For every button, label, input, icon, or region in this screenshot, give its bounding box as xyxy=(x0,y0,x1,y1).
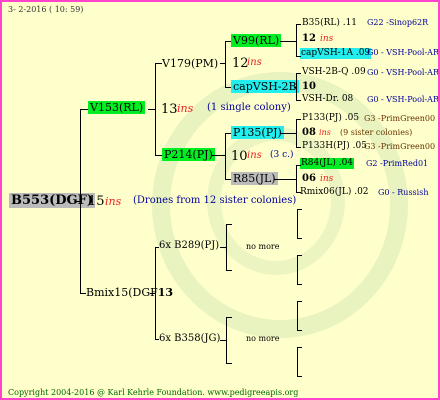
tree-connector xyxy=(296,119,301,120)
tree-connector xyxy=(297,238,302,239)
g4-r84[interactable]: R84(JL) .04 xyxy=(300,158,355,169)
p214-ins-number: 10 xyxy=(231,149,248,164)
queen-p135[interactable]: P135(PJ) xyxy=(231,126,284,139)
tree-connector xyxy=(148,109,156,110)
tree-connector xyxy=(274,179,297,180)
tree-connector xyxy=(220,340,227,341)
tree-connector xyxy=(297,301,298,331)
capvsh-2b-number: 10 xyxy=(302,81,316,92)
tree-connector xyxy=(296,147,301,148)
v179-ins-label: ins xyxy=(247,57,262,68)
tree-connector xyxy=(296,56,301,57)
g4-p133h[interactable]: P133H(PJ) .05 xyxy=(302,142,367,151)
r85-ins-label: ins xyxy=(320,174,334,184)
tree-connector xyxy=(212,155,226,156)
queen-capvsh-2b[interactable]: capVSH-2B xyxy=(231,80,299,93)
g4-vsh-2b-q[interactable]: VSH-2B-Q .09 xyxy=(302,68,366,77)
tree-connector xyxy=(296,100,301,101)
root-note: (Drones from 12 sister colonies) xyxy=(133,195,297,206)
tree-connector xyxy=(75,201,81,202)
tree-connector xyxy=(297,376,302,377)
tree-connector xyxy=(280,41,297,42)
g4-p133h-code: G3 -PrimGreen00 xyxy=(364,142,436,151)
tree-connector xyxy=(80,109,88,110)
p135-note: (9 sister colonies) xyxy=(340,128,413,137)
drone-b358[interactable]: 6x B358(JG) xyxy=(159,334,220,344)
root-queen[interactable]: B553(DGF) xyxy=(9,193,96,208)
tree-connector xyxy=(297,284,302,285)
queen-v153[interactable]: V153(RL) xyxy=(88,101,146,114)
tree-connector xyxy=(226,224,232,225)
tree-connector xyxy=(296,24,301,25)
root-ins-label: ins xyxy=(105,195,122,208)
tree-connector xyxy=(80,293,86,294)
queen-note: (1 single colony) xyxy=(207,102,291,113)
tree-connector xyxy=(155,247,159,248)
queen-v179[interactable]: V179(PM) xyxy=(162,58,218,69)
tree-connector xyxy=(220,63,226,64)
tree-connector xyxy=(296,165,301,166)
tree-connector xyxy=(225,133,226,180)
g4-b35-code: G22 -Sinop62R xyxy=(367,18,429,27)
tree-connector xyxy=(225,41,231,42)
g4-r84-code: G2 -PrimRed01 xyxy=(366,159,429,168)
drone-bmix15[interactable]: Bmix15(DGF13 xyxy=(86,287,173,298)
tree-connector xyxy=(226,317,232,318)
tree-connector xyxy=(297,209,298,239)
b289-note: no more xyxy=(246,242,280,251)
tree-connector xyxy=(226,270,232,271)
g4-capvsh-1a-code: G0 - VSH-Pool-AR xyxy=(367,48,439,57)
root-ins-number: 15 xyxy=(88,194,105,209)
tree-connector xyxy=(297,347,298,377)
date-stamp: 3- 2-2016 ( 10: 59) xyxy=(8,5,84,14)
g4-p133[interactable]: P133(PJ) .05 xyxy=(302,114,359,123)
queen-r85[interactable]: R85(JL) xyxy=(231,172,278,185)
tree-connector xyxy=(297,255,302,256)
tree-connector xyxy=(297,347,302,348)
p135-ins-label: ins xyxy=(319,128,331,137)
queen-ins-number: 13 xyxy=(161,102,178,117)
g4-rmix06-code: G0 - Russish xyxy=(378,188,429,197)
tree-connector xyxy=(297,301,302,302)
pedigree-chart: 3- 2-2016 ( 10: 59) B553(DGF) 15 ins (Dr… xyxy=(0,0,440,400)
r85-number: 06 xyxy=(302,173,316,184)
tree-connector xyxy=(225,133,231,134)
tree-connector xyxy=(155,155,162,156)
tree-connector xyxy=(280,133,297,134)
g4-vsh-dr-code: G0 - VSH-Pool-AR xyxy=(367,95,439,104)
tree-connector xyxy=(220,247,227,248)
p214-note: (3 c.) xyxy=(270,150,294,160)
tree-connector xyxy=(155,339,159,340)
g4-vsh-2b-q-code: G0 - VSH-Pool-AR xyxy=(367,68,439,77)
tree-connector xyxy=(297,330,302,331)
g4-b35-ins-label: ins xyxy=(320,34,334,44)
b358-note: no more xyxy=(246,334,280,343)
tree-connector xyxy=(155,63,162,64)
queen-ins-label: ins xyxy=(177,102,194,115)
tree-connector xyxy=(225,179,231,180)
p214-ins-label: ins xyxy=(247,150,262,161)
queen-p214[interactable]: P214(PJ) xyxy=(162,148,215,161)
queen-v99[interactable]: V99(RL) xyxy=(231,34,282,47)
g4-rmix06[interactable]: Rmix06(JL) .02 xyxy=(300,188,369,197)
tree-connector xyxy=(296,192,301,193)
tree-connector xyxy=(225,41,226,88)
g4-capvsh-1a[interactable]: capVSH-1A .09 xyxy=(300,48,372,59)
tree-connector xyxy=(150,293,156,294)
drone-b289[interactable]: 6x B289(PJ) xyxy=(159,241,219,251)
footer-copyright: Copyright 2004-2016 @ Karl Kehrle Founda… xyxy=(8,388,299,397)
tree-connector xyxy=(225,87,231,88)
g4-b35[interactable]: B35(RL) .11 xyxy=(302,19,357,28)
g4-b35-ins-number: 12 xyxy=(302,33,316,44)
tree-connector xyxy=(296,73,301,74)
p135-number: 08 xyxy=(302,127,316,138)
tree-connector xyxy=(294,87,297,88)
tree-connector xyxy=(297,255,298,285)
tree-connector xyxy=(226,363,232,364)
g4-vsh-dr[interactable]: VSH-Dr. 08 xyxy=(302,95,353,104)
tree-connector xyxy=(297,209,302,210)
g4-p133-code: G3 -PrimGreen00 xyxy=(364,114,436,123)
